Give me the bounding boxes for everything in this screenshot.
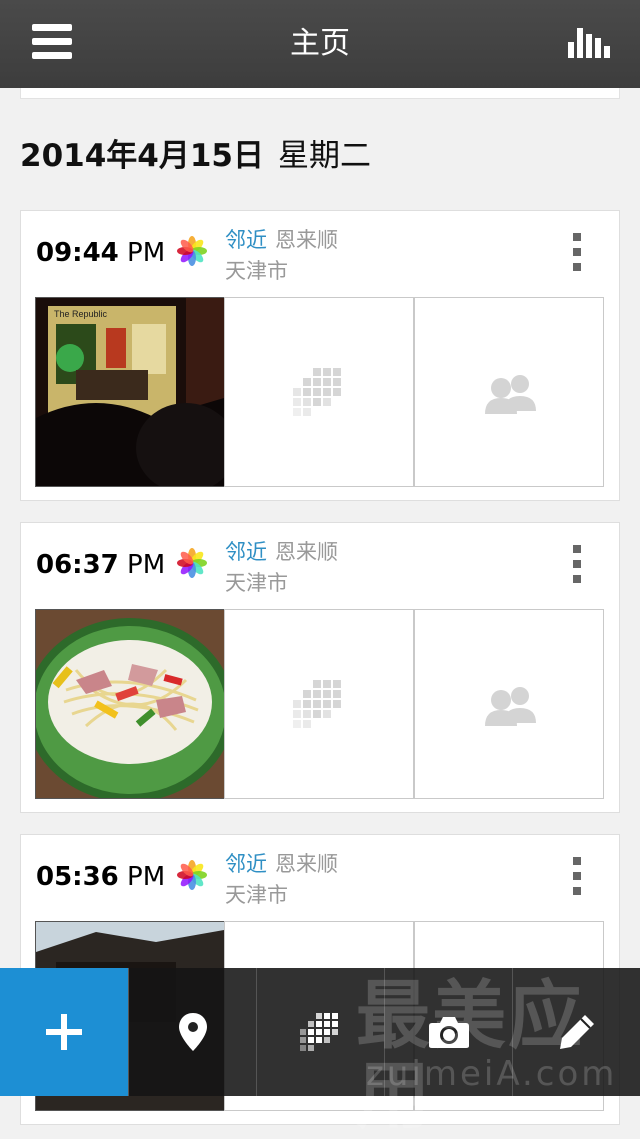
write-button[interactable] (512, 968, 640, 1096)
more-options-icon[interactable] (566, 233, 588, 277)
people-placeholder-tile[interactable] (414, 297, 604, 487)
journal-button[interactable] (256, 968, 384, 1096)
grid-icon (299, 1013, 338, 1051)
add-entry-button[interactable] (0, 968, 128, 1096)
entry-photo[interactable]: The Republic (35, 297, 225, 487)
people-icon (485, 687, 536, 726)
add-icon (46, 1014, 82, 1050)
photos-app-icon (177, 236, 207, 266)
entry-photo[interactable] (35, 609, 225, 799)
svg-text:The Republic: The Republic (54, 309, 108, 319)
location-button[interactable] (128, 968, 256, 1096)
weekday-label: 星期二 (278, 138, 371, 174)
top-navigation-bar: 主页 (0, 0, 640, 88)
camera-icon (428, 1017, 469, 1048)
people-icon (485, 375, 536, 414)
journal-entry-card[interactable]: 09:44 PM 邻近 恩来顺 天津市 The Republic (20, 210, 620, 501)
entry-city: 天津市 (225, 883, 288, 907)
more-options-icon[interactable] (566, 857, 588, 901)
grid-icon (293, 368, 341, 416)
dayone-placeholder-tile[interactable] (224, 297, 414, 487)
photos-app-icon (177, 860, 207, 890)
pencil-icon (560, 1015, 594, 1049)
location-pin-icon (178, 1013, 207, 1051)
date-heading: 2014年4月15日 星期二 (20, 136, 371, 176)
date-label: 2014年4月15日 (20, 138, 264, 174)
page-title: 主页 (290, 26, 350, 61)
grid-icon (293, 680, 341, 728)
entry-location[interactable]: 邻近 恩来顺 (225, 849, 338, 879)
entry-location[interactable]: 邻近 恩来顺 (225, 225, 338, 255)
previous-card-edge (20, 88, 620, 99)
photos-app-icon (177, 548, 207, 578)
journal-entry-card[interactable]: 06:37 PM 邻近 恩来顺 天津市 (20, 522, 620, 813)
dayone-placeholder-tile[interactable] (224, 609, 414, 799)
people-placeholder-tile[interactable] (414, 609, 604, 799)
entry-time: 06:37 PM (36, 550, 166, 580)
more-options-icon[interactable] (566, 545, 588, 589)
entry-location[interactable]: 邻近 恩来顺 (225, 537, 338, 567)
camera-button[interactable] (384, 968, 512, 1096)
entry-city: 天津市 (225, 571, 288, 595)
entry-time: 09:44 PM (36, 238, 166, 268)
entry-time: 05:36 PM (36, 862, 166, 892)
stats-icon[interactable] (568, 26, 610, 58)
bottom-toolbar (0, 968, 640, 1096)
entry-city: 天津市 (225, 259, 288, 283)
